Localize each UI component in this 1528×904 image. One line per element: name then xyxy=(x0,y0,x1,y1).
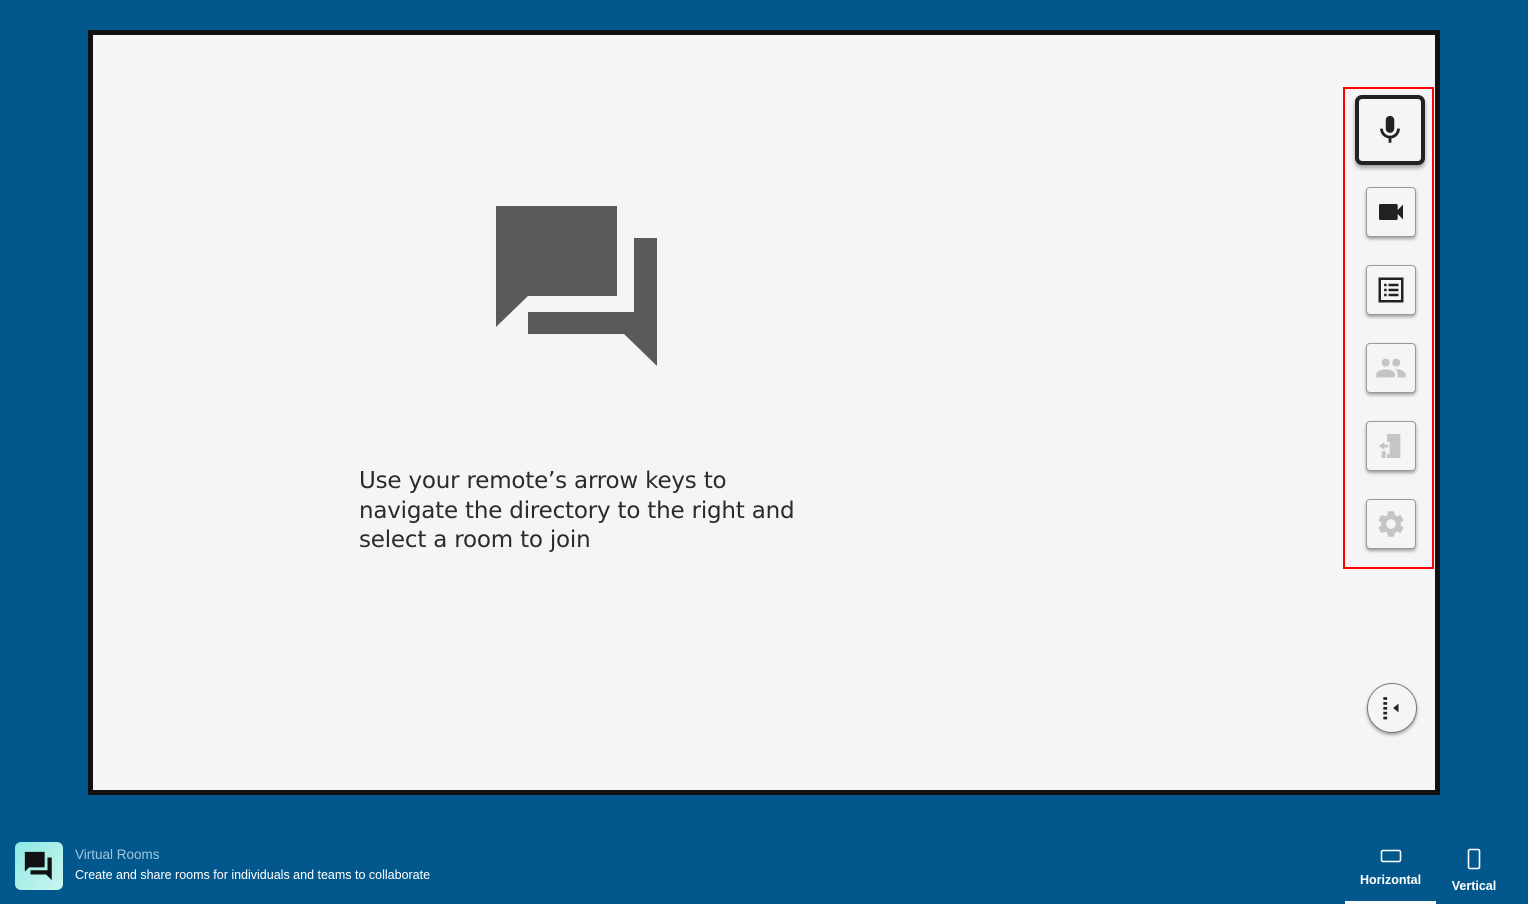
tab-vertical[interactable]: Vertical xyxy=(1442,838,1506,904)
instructions-text: Use your remote’s arrow keys to navigate… xyxy=(359,468,795,553)
leave-room-button[interactable] xyxy=(1366,421,1416,471)
videocam-icon xyxy=(1379,204,1403,220)
app-info: Virtual Rooms Create and share rooms for… xyxy=(15,842,430,890)
landscape-icon xyxy=(1380,849,1401,863)
collapse-panel-icon xyxy=(1383,697,1399,720)
app-title: Virtual Rooms xyxy=(75,846,160,862)
microphone-button[interactable] xyxy=(1355,95,1425,165)
camera-button[interactable] xyxy=(1366,187,1416,237)
forum-icon xyxy=(496,206,657,366)
participants-button[interactable] xyxy=(1366,343,1416,393)
mic-icon xyxy=(1380,115,1400,143)
directory-button[interactable] xyxy=(1366,265,1416,315)
tv-screen: Use your remote’s arrow keys to navigate… xyxy=(88,30,1440,795)
collapse-panel-button[interactable] xyxy=(1367,683,1417,733)
exit-door-icon xyxy=(1379,434,1401,458)
list-icon xyxy=(1378,277,1404,303)
app-description: Create and share rooms for individuals a… xyxy=(75,867,431,882)
forum-icon xyxy=(24,851,52,881)
tab-horizontal-label: Horizontal xyxy=(1359,873,1422,887)
portrait-icon xyxy=(1467,848,1481,870)
tab-vertical-label: Vertical xyxy=(1451,879,1497,893)
settings-button[interactable] xyxy=(1366,499,1416,549)
tab-horizontal[interactable]: Horizontal xyxy=(1345,838,1436,904)
gear-icon xyxy=(1378,511,1404,537)
people-icon xyxy=(1376,358,1406,378)
app-logo xyxy=(15,842,63,890)
